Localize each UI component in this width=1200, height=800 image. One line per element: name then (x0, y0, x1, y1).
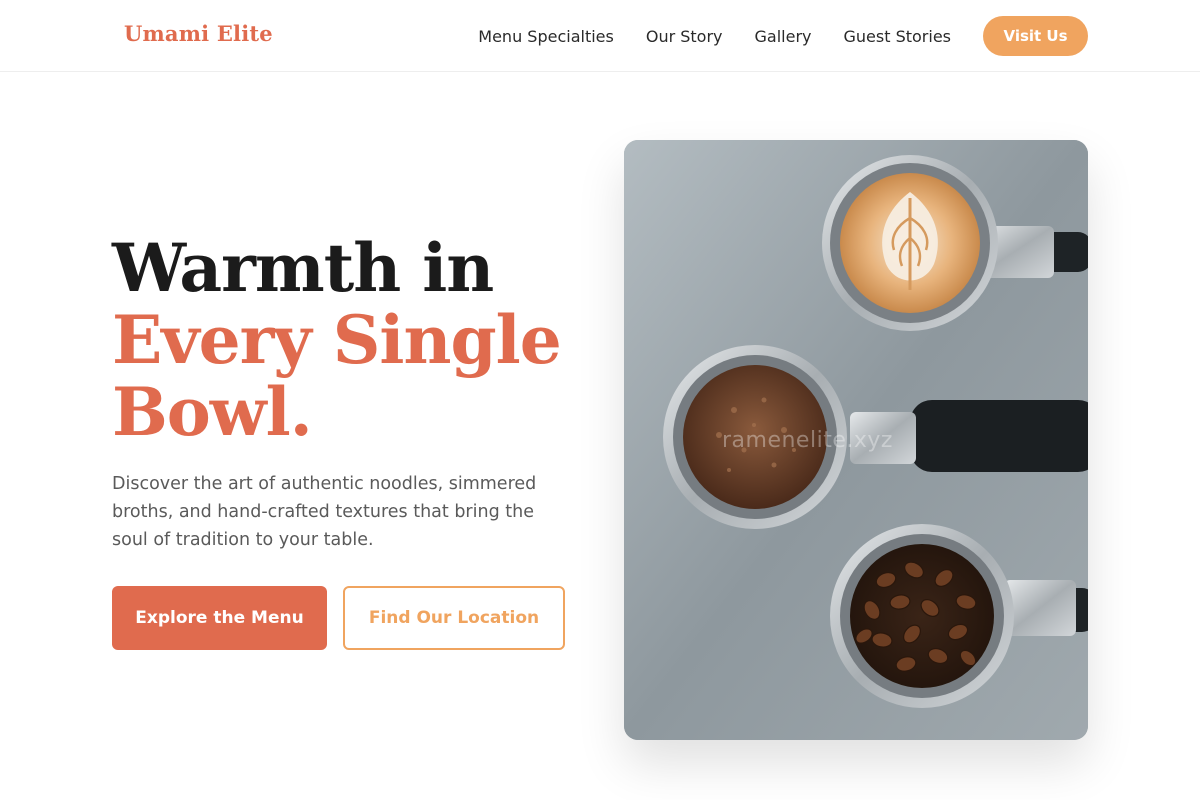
nav-link-our-story[interactable]: Our Story (646, 27, 723, 46)
hero-title: Warmth in Every Single Bowl. (112, 232, 592, 448)
nav-link-gallery[interactable]: Gallery (755, 27, 812, 46)
hero-title-accent: Every Single (112, 301, 562, 379)
hero-description: Discover the art of authentic noodles, s… (112, 474, 537, 550)
image-watermark: ramenelite.xyz (722, 428, 893, 453)
nav-links: Menu Specialties Our Story Gallery Guest… (478, 16, 1088, 56)
brand-logo[interactable]: Umami Elite (124, 21, 273, 46)
hero-image: ramenelite.xyz (624, 140, 1088, 740)
nav-link-guest-stories[interactable]: Guest Stories (844, 27, 952, 46)
navbar: Umami Elite Menu Specialties Our Story G… (0, 0, 1200, 72)
visit-us-button[interactable]: Visit Us (983, 16, 1088, 56)
hero-title-line: Warmth in (112, 229, 494, 307)
nav-link-menu-specialties[interactable]: Menu Specialties (478, 27, 614, 46)
find-location-button[interactable]: Find Our Location (343, 586, 565, 650)
explore-menu-button[interactable]: Explore the Menu (112, 586, 327, 650)
hero-title-accent: Bowl. (112, 373, 313, 451)
